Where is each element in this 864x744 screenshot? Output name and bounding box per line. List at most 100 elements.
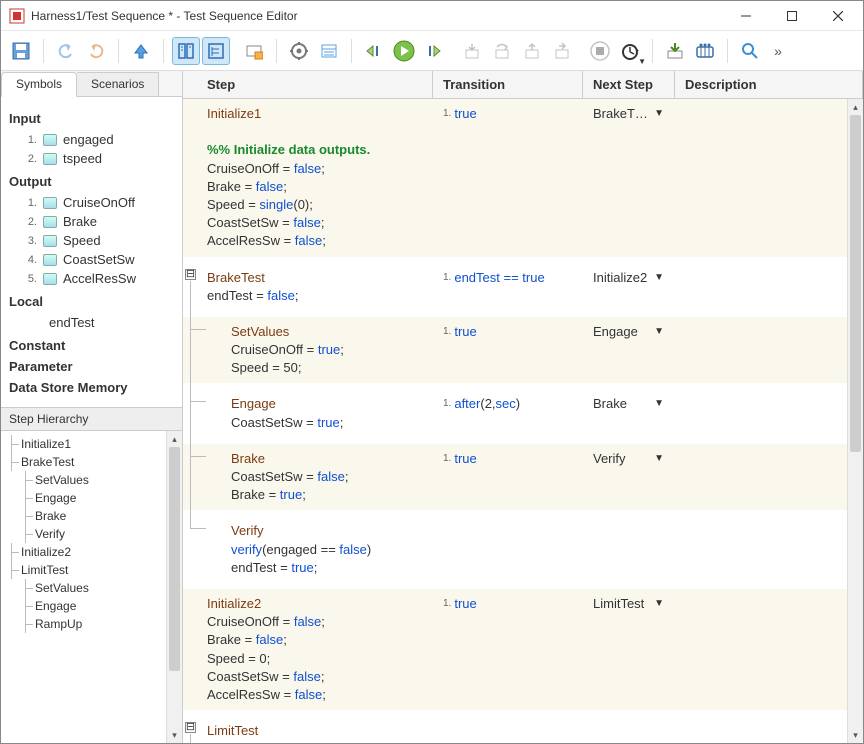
symbols-panel-toggle[interactable] bbox=[172, 37, 200, 65]
step-description[interactable] bbox=[675, 99, 847, 257]
step-description[interactable] bbox=[675, 516, 847, 583]
transition-expr[interactable]: true bbox=[454, 105, 476, 251]
step-name: Engage bbox=[231, 396, 276, 411]
pacing-button[interactable]: ▼ bbox=[616, 37, 644, 65]
step-description[interactable] bbox=[675, 389, 847, 437]
step-in-button[interactable] bbox=[458, 37, 486, 65]
hierarchy-item[interactable]: Brake bbox=[1, 507, 166, 525]
step-forward-button[interactable] bbox=[420, 37, 448, 65]
step-description[interactable] bbox=[675, 263, 847, 311]
symbol-name: CruiseOnOff bbox=[63, 195, 135, 210]
search-button[interactable] bbox=[736, 37, 764, 65]
transition-expr[interactable]: true bbox=[454, 450, 476, 505]
redo-button[interactable] bbox=[82, 37, 110, 65]
tab-scenarios[interactable]: Scenarios bbox=[77, 72, 159, 97]
col-transition[interactable]: Transition bbox=[433, 71, 583, 98]
expand-toggle[interactable]: ⊟ bbox=[185, 269, 196, 280]
step-code[interactable]: verify(engaged == false)endTest = true; bbox=[231, 541, 422, 577]
model-explorer-button[interactable] bbox=[240, 37, 268, 65]
step-code[interactable]: CruiseOnOff = false;Brake = false;Speed … bbox=[207, 613, 422, 704]
step-code[interactable]: %% Initialize data outputs.CruiseOnOff =… bbox=[207, 123, 422, 250]
table-row[interactable]: Engage CoastSetSw = true; 1.after(2,sec)… bbox=[183, 389, 847, 443]
step-description[interactable] bbox=[675, 716, 847, 743]
step-back-button[interactable] bbox=[360, 37, 388, 65]
group-output: Output bbox=[9, 174, 174, 189]
table-scrollbar[interactable]: ▴▾ bbox=[847, 99, 863, 743]
undo-button[interactable] bbox=[52, 37, 80, 65]
table-row[interactable]: Initialize2 CruiseOnOff = false;Brake = … bbox=[183, 589, 847, 716]
table-row[interactable]: Brake CoastSetSw = false;Brake = true; 1… bbox=[183, 444, 847, 517]
step-out-button[interactable] bbox=[518, 37, 546, 65]
expand-toggle[interactable]: ⊟ bbox=[185, 722, 196, 733]
hierarchy-item[interactable]: SetValues bbox=[1, 471, 166, 489]
transition-expr[interactable]: endTest == true bbox=[454, 269, 544, 305]
step-description[interactable] bbox=[675, 444, 847, 511]
table-row[interactable]: ⊟ LimitTest bbox=[183, 716, 847, 743]
step-code[interactable]: CoastSetSw = true; bbox=[231, 414, 422, 432]
next-step-dropdown[interactable]: ▼ bbox=[654, 269, 664, 285]
export-button[interactable] bbox=[661, 37, 689, 65]
hierarchy-scrollbar[interactable]: ▴▾ bbox=[166, 431, 182, 743]
step-name: Brake bbox=[231, 451, 265, 466]
symbol-item[interactable]: 2.tspeed bbox=[9, 149, 174, 168]
table-row[interactable]: SetValues CruiseOnOff = true;Speed = 50;… bbox=[183, 317, 847, 390]
transition-expr[interactable]: after(2,sec) bbox=[454, 395, 520, 431]
symbol-item[interactable]: 5.AccelResSw bbox=[9, 269, 174, 288]
data-icon bbox=[43, 153, 57, 165]
table-row[interactable]: Initialize1 %% Initialize data outputs.C… bbox=[183, 99, 847, 263]
tab-symbols[interactable]: Symbols bbox=[1, 72, 77, 97]
stop-button[interactable] bbox=[586, 37, 614, 65]
table-row[interactable]: Verify verify(engaged == false)endTest =… bbox=[183, 516, 847, 589]
run-button[interactable] bbox=[390, 37, 418, 65]
transition-expr[interactable]: true bbox=[454, 323, 476, 378]
next-step-value: Initialize2 bbox=[593, 269, 648, 287]
col-next[interactable]: Next Step bbox=[583, 71, 675, 98]
hierarchy-item[interactable]: SetValues bbox=[1, 579, 166, 597]
close-button[interactable] bbox=[815, 2, 861, 30]
hierarchy-panel-toggle[interactable] bbox=[202, 37, 230, 65]
step-code[interactable]: CruiseOnOff = true;Speed = 50; bbox=[231, 341, 422, 377]
next-step-dropdown[interactable]: ▼ bbox=[654, 323, 664, 339]
transition-expr[interactable]: true bbox=[454, 595, 476, 704]
step-description[interactable] bbox=[675, 589, 847, 710]
left-tabs: Symbols Scenarios bbox=[1, 71, 182, 97]
minimize-button[interactable] bbox=[723, 2, 769, 30]
hierarchy-item[interactable]: Engage bbox=[1, 597, 166, 615]
hierarchy-item[interactable]: BrakeTest bbox=[1, 453, 166, 471]
settings-button[interactable] bbox=[285, 37, 313, 65]
hierarchy-item[interactable]: Verify bbox=[1, 525, 166, 543]
next-step-dropdown[interactable]: ▼ bbox=[654, 395, 664, 411]
hierarchy-item[interactable]: Engage bbox=[1, 489, 166, 507]
col-step[interactable]: Step bbox=[183, 71, 433, 98]
symbol-item[interactable]: 1.CruiseOnOff bbox=[9, 193, 174, 212]
maximize-button[interactable] bbox=[769, 2, 815, 30]
hierarchy-item[interactable]: RampUp bbox=[1, 615, 166, 633]
hierarchy-item[interactable]: LimitTest bbox=[1, 561, 166, 579]
next-step-dropdown[interactable]: ▼ bbox=[654, 595, 664, 611]
step-over-button[interactable] bbox=[488, 37, 516, 65]
next-step-dropdown[interactable]: ▼ bbox=[654, 450, 664, 466]
toolbar-overflow[interactable]: » bbox=[766, 43, 790, 59]
symbol-name: AccelResSw bbox=[63, 271, 136, 286]
symbol-item[interactable]: 3.Speed bbox=[9, 231, 174, 250]
step-description[interactable] bbox=[675, 317, 847, 384]
symbol-item[interactable]: 1.engaged bbox=[9, 130, 174, 149]
next-step-value: Verify bbox=[593, 450, 648, 468]
symbol-item[interactable]: endTest bbox=[9, 313, 174, 332]
symbol-item[interactable]: 2.Brake bbox=[9, 212, 174, 231]
symbol-item[interactable]: 4.CoastSetSw bbox=[9, 250, 174, 269]
nav-up-button[interactable] bbox=[127, 37, 155, 65]
col-description[interactable]: Description bbox=[675, 71, 863, 98]
step-code[interactable]: endTest = false; bbox=[207, 287, 422, 305]
continue-button[interactable] bbox=[548, 37, 576, 65]
next-step-dropdown[interactable]: ▼ bbox=[654, 105, 664, 121]
step-code[interactable]: CoastSetSw = false;Brake = true; bbox=[231, 468, 422, 504]
hierarchy-item[interactable]: Initialize2 bbox=[1, 543, 166, 561]
hierarchy-item[interactable]: Initialize1 bbox=[1, 435, 166, 453]
table-row[interactable]: ⊟ BrakeTest endTest = false; 1.endTest =… bbox=[183, 263, 847, 317]
properties-button[interactable] bbox=[315, 37, 343, 65]
save-button[interactable] bbox=[7, 37, 35, 65]
display-button[interactable] bbox=[691, 37, 719, 65]
group-parameter: Parameter bbox=[9, 359, 174, 374]
table-header: Step Transition Next Step Description bbox=[183, 71, 863, 99]
